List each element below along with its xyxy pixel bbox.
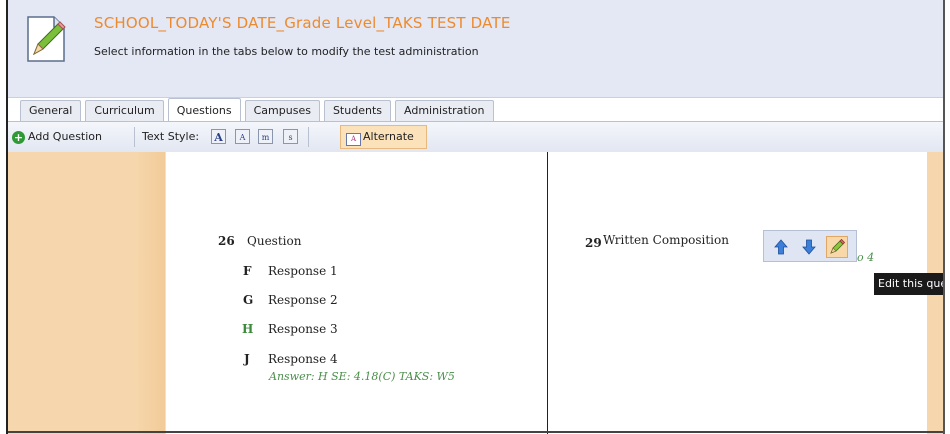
text-style-medium-button[interactable]: m	[258, 129, 273, 144]
response-letter: F	[243, 264, 252, 278]
page-title: SCHOOL_TODAY'S DATE_Grade Level_TAKS TES…	[94, 14, 511, 32]
move-up-button[interactable]	[770, 236, 792, 258]
tab-curriculum[interactable]: Curriculum	[85, 100, 164, 121]
arrow-up-icon	[774, 239, 788, 255]
move-down-button[interactable]	[798, 236, 820, 258]
text-style-label: Text Style:	[142, 130, 200, 143]
edit-question-button[interactable]	[826, 236, 848, 258]
edit-document-icon	[27, 16, 66, 62]
page-column-right	[548, 152, 927, 434]
response-text[interactable]: Response 4	[268, 352, 338, 366]
add-question-button[interactable]: + Add Question	[12, 126, 106, 148]
question-controls	[763, 230, 857, 262]
page-column-left	[165, 152, 548, 434]
response-letter: G	[243, 293, 254, 307]
tab-questions[interactable]: Questions	[167, 98, 241, 122]
page-subtitle: Select information in the tabs below to …	[94, 45, 479, 58]
question-number: 26	[218, 234, 235, 248]
app-window: SCHOOL_TODAY'S DATE_Grade Level_TAKS TES…	[0, 0, 950, 434]
tab-administration[interactable]: Administration	[395, 100, 494, 121]
toolbar: + Add Question Text Style: A A m s A Alte…	[8, 121, 943, 154]
add-question-label: Add Question	[28, 130, 102, 143]
response-letter: J	[244, 352, 250, 366]
question-number: 29	[585, 236, 602, 250]
tab-campuses[interactable]: Campuses	[244, 100, 320, 121]
text-style-normal-button[interactable]: A	[235, 129, 250, 144]
alternate-icon: A	[346, 133, 361, 146]
toolbar-divider	[134, 127, 135, 147]
tab-students[interactable]: Students	[323, 100, 391, 121]
response-letter-correct: H	[242, 322, 254, 336]
alternate-label: Alternate	[363, 130, 414, 143]
text-style-large-button[interactable]: A	[211, 129, 226, 144]
response-text[interactable]: Response 2	[268, 293, 338, 307]
edit-tooltip: Edit this question	[874, 273, 945, 295]
left-margin-panel	[8, 152, 165, 434]
response-text[interactable]: Response 1	[268, 264, 338, 278]
pencil-icon	[830, 238, 846, 254]
question-text[interactable]: Written Composition	[603, 233, 729, 247]
response-text[interactable]: Response 3	[268, 322, 338, 336]
question-text[interactable]: Question	[247, 234, 301, 248]
header: SCHOOL_TODAY'S DATE_Grade Level_TAKS TES…	[8, 0, 943, 98]
text-style-small-button[interactable]: s	[283, 129, 298, 144]
add-icon: +	[12, 130, 25, 144]
answer-key-line: Answer: H SE: 4.18(C) TAKS: W5	[269, 370, 455, 383]
tab-general[interactable]: General	[20, 100, 82, 121]
alternate-button[interactable]: A Alternate	[340, 125, 427, 149]
window-right-border	[943, 0, 945, 434]
tab-bar: General Curriculum Questions Campuses St…	[20, 97, 498, 122]
arrow-down-icon	[802, 239, 816, 255]
toolbar-divider	[308, 127, 309, 147]
window-bottom-border	[8, 431, 943, 433]
